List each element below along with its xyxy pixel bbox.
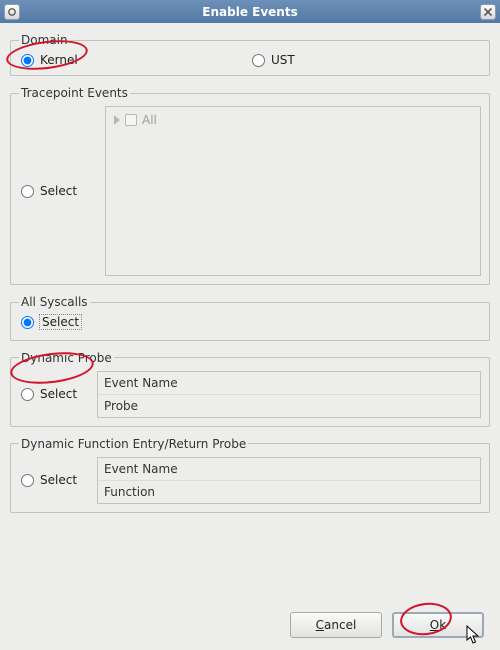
dynamic-probe-probe-label: Probe: [104, 399, 138, 413]
dynamic-probe-event-name-label: Event Name: [104, 376, 178, 390]
domain-radio-kernel[interactable]: Kernel: [19, 53, 78, 67]
dynamic-probe-group: Dynamic Probe Select Event Name Probe: [10, 351, 490, 427]
tracepoint-select-radio[interactable]: Select: [19, 184, 77, 198]
dynamic-func-select-radio-label: Select: [40, 473, 77, 487]
syscalls-select-radio-input[interactable]: [21, 316, 34, 329]
window-menu-button[interactable]: [4, 4, 20, 20]
expand-icon[interactable]: [114, 115, 120, 125]
dialog-client-area: Domain Kernel UST Tracepoint Events: [0, 23, 500, 650]
tracepoint-select-radio-input[interactable]: [21, 185, 34, 198]
tracepoint-tree-root-label: All: [142, 113, 157, 127]
titlebar: Enable Events: [0, 0, 500, 23]
syscalls-legend: All Syscalls: [19, 295, 90, 309]
tracepoint-select-radio-label: Select: [40, 184, 77, 198]
dynamic-func-event-name-label: Event Name: [104, 462, 178, 476]
ok-button-rest: k: [439, 618, 446, 632]
dynamic-func-legend: Dynamic Function Entry/Return Probe: [19, 437, 248, 451]
dynamic-func-select-radio[interactable]: Select: [19, 473, 77, 487]
dynamic-func-function-field[interactable]: Function: [98, 480, 480, 503]
domain-radio-ust[interactable]: UST: [250, 53, 295, 67]
domain-radio-kernel-label: Kernel: [40, 53, 78, 67]
window-close-button[interactable]: [480, 4, 496, 20]
syscalls-select-radio-label: Select: [40, 315, 81, 329]
dynamic-func-select-radio-input[interactable]: [21, 474, 34, 487]
dynamic-probe-event-name-field[interactable]: Event Name: [98, 372, 480, 394]
window-title: Enable Events: [24, 5, 476, 19]
domain-radio-kernel-input[interactable]: [21, 54, 34, 67]
dynamic-probe-select-radio-label: Select: [40, 387, 77, 401]
tracepoint-legend: Tracepoint Events: [19, 86, 130, 100]
domain-legend: Domain: [19, 33, 70, 47]
dynamic-func-function-label: Function: [104, 485, 155, 499]
tracepoint-tree[interactable]: All: [105, 106, 481, 276]
dynamic-func-event-name-field[interactable]: Event Name: [98, 458, 480, 480]
ok-button-mnemonic: O: [430, 618, 439, 632]
cancel-button-rest: ancel: [324, 618, 356, 632]
tracepoint-group: Tracepoint Events Select All: [10, 86, 490, 285]
domain-group: Domain Kernel UST: [10, 33, 490, 76]
ok-button[interactable]: Ok: [392, 612, 484, 638]
syscalls-select-radio[interactable]: Select: [19, 315, 81, 329]
cancel-button[interactable]: Cancel: [290, 612, 382, 638]
tracepoint-tree-root[interactable]: All: [114, 113, 157, 127]
dynamic-probe-select-radio[interactable]: Select: [19, 387, 77, 401]
domain-radio-ust-label: UST: [271, 53, 295, 67]
dynamic-probe-probe-field[interactable]: Probe: [98, 394, 480, 417]
dynamic-probe-select-radio-input[interactable]: [21, 388, 34, 401]
checkbox-icon[interactable]: [125, 114, 137, 126]
dialog-button-bar: Cancel Ok: [290, 612, 484, 638]
syscalls-group: All Syscalls Select: [10, 295, 490, 341]
cancel-button-mnemonic: C: [316, 618, 324, 632]
dynamic-probe-legend: Dynamic Probe: [19, 351, 114, 365]
domain-radio-ust-input[interactable]: [252, 54, 265, 67]
dynamic-func-group: Dynamic Function Entry/Return Probe Sele…: [10, 437, 490, 513]
